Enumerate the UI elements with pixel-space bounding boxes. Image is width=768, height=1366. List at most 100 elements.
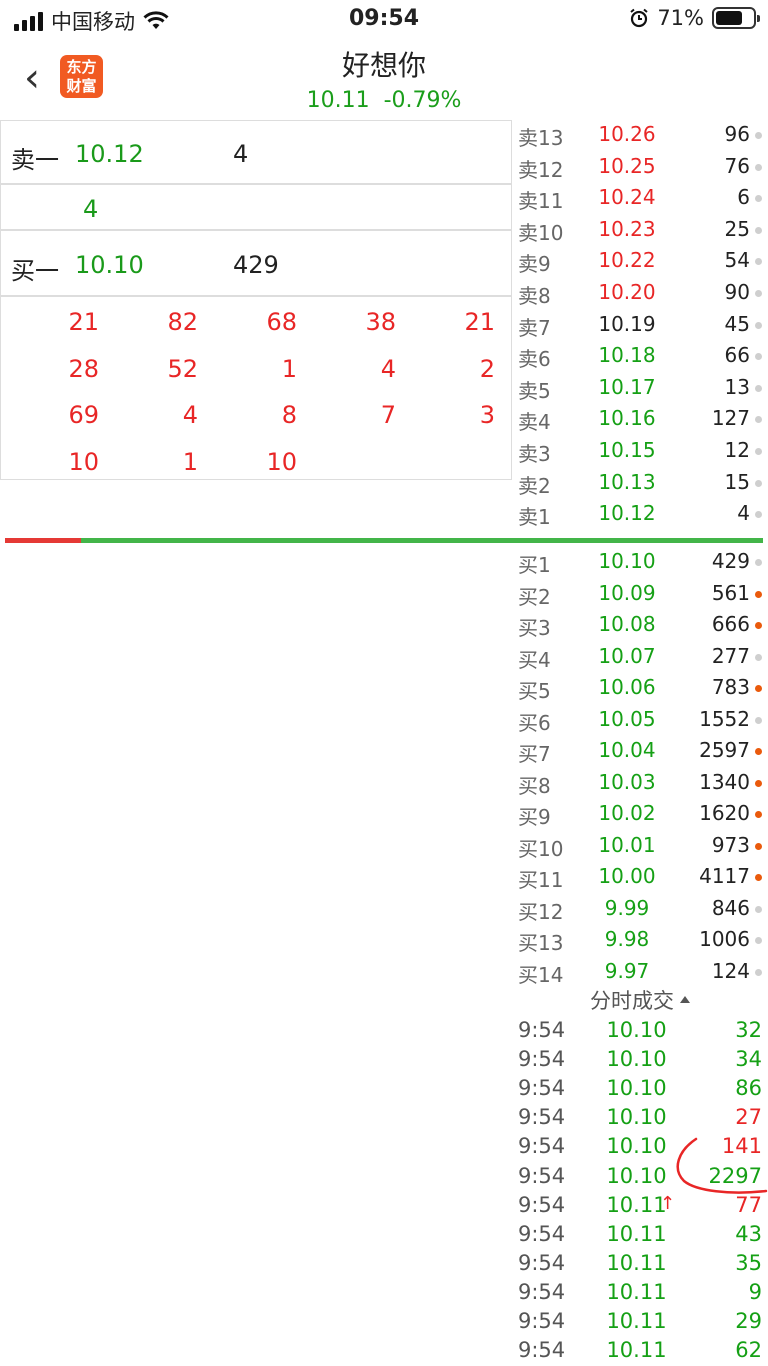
bid-level-row[interactable]: 买12 9.99 846 [512, 896, 768, 927]
queue-volume: 21 [68, 308, 99, 336]
status-dot-icon [755, 290, 762, 297]
tick-time: 9:54 [518, 1163, 566, 1188]
level-volume: 127 [711, 406, 750, 431]
bid-level-row[interactable]: 买7 10.04 2597 [512, 738, 768, 769]
tick-time: 9:54 [518, 1076, 566, 1101]
tick-row[interactable]: 9:54 10.11 62 [512, 1338, 768, 1366]
ask-level-row[interactable]: 卖3 10.15 12 [512, 438, 768, 469]
level-volume: 96 [724, 122, 750, 146]
level-volume: 12 [724, 438, 750, 462]
ask-level-row[interactable]: 卖2 10.13 15 [512, 470, 768, 501]
level-label: 买4 [518, 647, 551, 672]
tick-volume: 27 [735, 1105, 762, 1130]
bid-level-row[interactable]: 买6 10.05 1552 [512, 707, 768, 738]
level-price: 10.08 [598, 612, 656, 636]
tick-volume: 34 [735, 1047, 762, 1072]
level-volume: 1006 [699, 927, 750, 951]
level-price: 10.04 [598, 738, 656, 762]
status-dot-icon [755, 448, 762, 455]
buy-one-price: 10.10 [75, 251, 144, 279]
ticks-header[interactable]: 分时成交 [512, 985, 768, 1015]
level-price: 10.03 [598, 769, 656, 794]
ask-level-row[interactable]: 卖1 10.12 4 [512, 501, 768, 532]
level-label: 卖6 [518, 347, 551, 372]
level-label: 卖3 [518, 442, 551, 466]
level-price: 10.18 [598, 343, 656, 368]
price-summary: 10.11 -0.79% [0, 88, 768, 113]
sell-one-label: 卖一 [11, 146, 59, 174]
bid-level-row[interactable]: 买8 10.03 1340 [512, 770, 768, 801]
bid-level-row[interactable]: 买3 10.08 666 [512, 612, 768, 643]
collapse-caret-icon[interactable] [680, 995, 690, 1003]
status-dot-icon [755, 842, 762, 850]
tick-price: 10.11 [606, 1309, 667, 1333]
level-price: 9.99 [604, 895, 650, 920]
tick-row[interactable]: 9:54 10.10 34 [512, 1047, 768, 1076]
sell-one-row[interactable]: 卖一 10.12 4 [1, 121, 511, 185]
level-volume: 666 [711, 612, 750, 636]
level-label: 买3 [518, 616, 551, 640]
bid-level-row[interactable]: 买4 10.07 277 [512, 644, 768, 675]
ask-level-row[interactable]: 卖9 10.22 54 [512, 248, 768, 279]
level-label: 买14 [518, 962, 564, 987]
ask-level-row[interactable]: 卖8 10.20 90 [512, 280, 768, 311]
status-dot-icon [755, 132, 762, 139]
tick-volume: 35 [735, 1250, 762, 1275]
tick-time: 9:54 [518, 1192, 566, 1217]
level-volume: 846 [711, 895, 750, 920]
level-volume: 90 [724, 280, 750, 304]
level-price: 10.13 [598, 469, 656, 494]
sell-one-price: 10.12 [75, 140, 144, 168]
bid-level-row[interactable]: 买1 10.10 429 [512, 549, 768, 580]
current-price: 10.11 [306, 88, 370, 113]
ask-level-row[interactable]: 卖13 10.26 96 [512, 122, 768, 153]
level-price: 10.10 [598, 549, 656, 573]
level-label: 买11 [518, 868, 564, 892]
ask-level-row[interactable]: 卖5 10.17 13 [512, 375, 768, 406]
status-dot-icon [755, 258, 762, 266]
bid-level-row[interactable]: 买9 10.02 1620 [512, 801, 768, 832]
level-label: 买10 [518, 836, 564, 861]
ask-level-row[interactable]: 卖10 10.23 25 [512, 217, 768, 248]
tick-price: 10.10 [606, 1105, 667, 1130]
level-label: 卖7 [518, 315, 551, 340]
tick-price: 10.11 [606, 1250, 667, 1275]
ask-level-row[interactable]: 卖7 10.19 45 [512, 312, 768, 343]
bid-level-row[interactable]: 买5 10.06 783 [512, 675, 768, 706]
price-change-percent: -0.79% [383, 88, 462, 113]
bid-level-row[interactable]: 买10 10.01 973 [512, 833, 768, 864]
level-volume: 1620 [699, 801, 750, 825]
buy-one-row[interactable]: 买一 10.10 429 [1, 231, 511, 297]
queue-volume: 52 [167, 354, 198, 383]
bid-level-row[interactable]: 买2 10.09 561 [512, 581, 768, 612]
ask-level-row[interactable]: 卖6 10.18 66 [512, 343, 768, 374]
level-price: 10.23 [598, 216, 656, 241]
level-price: 9.97 [604, 958, 650, 983]
queue-volume: 7 [380, 401, 396, 429]
tick-row[interactable]: 9:54 10.10 27 [512, 1105, 768, 1134]
queue-volume: 2 [479, 354, 495, 383]
level-volume: 6 [737, 185, 750, 210]
tick-row[interactable]: 9:54 10.11 29 [512, 1309, 768, 1338]
tick-row[interactable]: 9:54 10.10 86 [512, 1076, 768, 1105]
tick-row[interactable]: 9:54 10.11 9 [512, 1280, 768, 1309]
level-volume: 429 [711, 549, 750, 573]
tick-price: 10.10 [606, 1076, 667, 1101]
tick-row[interactable]: 9:54 10.10 32 [512, 1018, 768, 1047]
level-label: 卖2 [518, 473, 551, 498]
status-dot-icon [755, 905, 762, 913]
status-dot-icon [755, 559, 762, 566]
bid-level-row[interactable]: 买13 9.98 1006 [512, 927, 768, 958]
ask-level-row[interactable]: 卖11 10.24 6 [512, 185, 768, 216]
level-label: 买6 [518, 710, 551, 735]
level-price: 10.02 [598, 801, 656, 825]
tick-row[interactable]: 9:54 10.11 43 [512, 1222, 768, 1251]
queue-volume: 69 [68, 401, 99, 429]
ask-level-row[interactable]: 卖12 10.25 76 [512, 154, 768, 185]
queue-volume: 10 [68, 447, 99, 476]
bid-level-row[interactable]: 买11 10.00 4117 [512, 864, 768, 895]
tick-price: 10.10 [606, 1134, 667, 1159]
tick-row[interactable]: 9:54 10.11 35 [512, 1251, 768, 1280]
ask-level-row[interactable]: 卖4 10.16 127 [512, 406, 768, 437]
tick-price: 10.10 [606, 1163, 667, 1188]
